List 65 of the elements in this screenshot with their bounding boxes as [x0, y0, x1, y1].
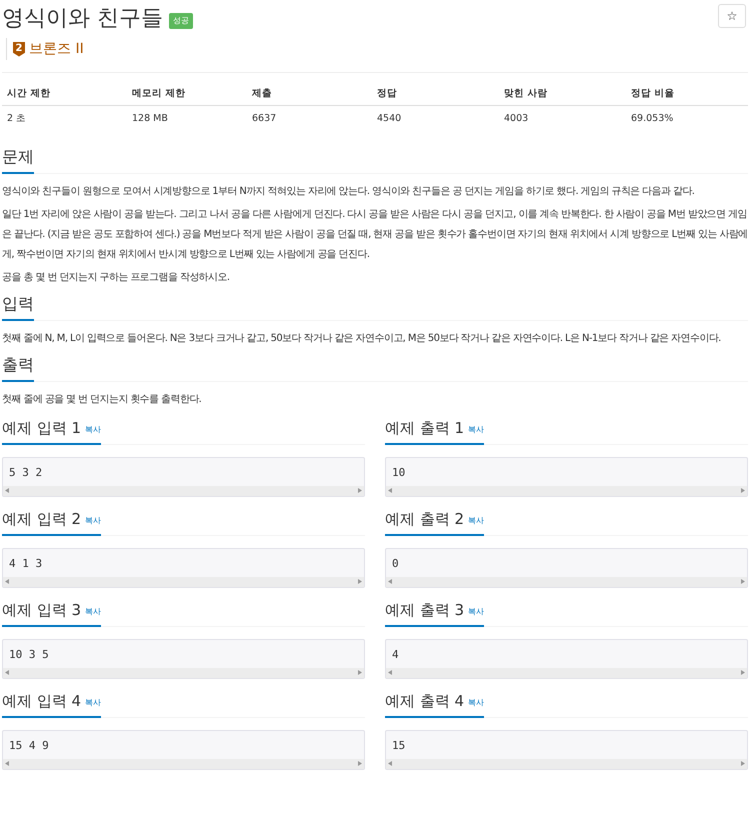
sample-data: 5 3 2: [8, 464, 44, 480]
example-heading: 예제 입력 4: [2, 690, 82, 710]
result-badge: 성공: [169, 13, 193, 29]
section-heading: 입력: [2, 292, 34, 320]
example-heading: 예제 입력 3: [2, 600, 82, 620]
table-header-cell: 맞힌 사람: [499, 83, 626, 106]
scroll-right-icon: [358, 488, 362, 493]
scroll-right-icon: [358, 670, 362, 675]
scroll-left-icon: [388, 761, 392, 766]
copy-link[interactable]: 복사: [468, 606, 484, 618]
paragraph: 영식이와 친구들이 원형으로 모여서 시계방향으로 1부터 N까지 적혀있는 자리에 앉는다. 영식이와 친구들은 공 던지는 게임을 하기로 했다. 게임의 규칙은 다음과 같다.: [2, 184, 696, 198]
table-header-cell: 정답: [372, 83, 499, 106]
tier-badge: 2: [13, 42, 25, 56]
copy-link[interactable]: 복사: [468, 696, 484, 708]
copy-link[interactable]: 복사: [468, 514, 484, 526]
example-heading: 예제 입력 2: [2, 508, 82, 528]
sample-data: 15: [391, 738, 406, 754]
tier-name: 브론즈 II: [29, 40, 84, 58]
table-cell-text: 4540: [376, 112, 402, 126]
copy-link[interactable]: 복사: [468, 424, 484, 436]
example-heading: 예제 출력 1: [385, 418, 464, 438]
scroll-left-icon: [388, 670, 392, 675]
scroll-right-icon: [741, 488, 745, 493]
paragraph: 일단 1번 자리에 앉은 사람이 공을 받는다. 그리고 나서 공을 다른 사람에게 던진다. 다시 공을 받은 사람은 다시 공을 던지고, 이를 계속 반복한다. 한 사람이 공을 M번 받았으면 게임은 끝난다. (지금 받은 공도 포함하여 센다.) 공을 M번보다 적게 받은 사람이 공을 던질 때, 현재 공을 받은 횟수가 홀수번이면 자기의 현재 위치에서 시계 방향으로 L번째 있는 사람에게, 짝수번이면 자기의 현재 위치에서 반시계 방향으로 L번째 있는 사람에게 공을 던진다.: [2, 208, 748, 262]
star-button[interactable]: ☆: [718, 4, 746, 28]
copy-link[interactable]: 복사: [85, 696, 102, 708]
sample-data: 0: [391, 556, 400, 572]
table-cell-text: 2 초: [6, 112, 28, 126]
sample-data: 10 3 5: [8, 646, 50, 662]
table-header-cell: 제출: [247, 83, 372, 106]
scroll-right-icon: [741, 761, 745, 766]
table-cell-text: 4003: [503, 112, 530, 126]
problem-title: 영식이와 친구들: [2, 5, 163, 33]
example-heading: 예제 입력 1: [2, 418, 82, 438]
table-header-cell: 메모리 제한: [127, 83, 247, 106]
table-cell-text: 128 MB: [131, 112, 169, 126]
example-heading: 예제 출력 2: [385, 508, 464, 528]
paragraph: 첫째 줄에 N, M, L이 입력으로 들어온다. N은 3보다 크거나 같고, 50보다 작거나 같은 자연수이고, M은 50보다 작거나 같은 자연수이다. L은 N-1보다 작거나 같은 자연수이다.: [2, 332, 722, 346]
scroll-right-icon: [741, 670, 745, 675]
scroll-left-icon: [388, 488, 392, 493]
sample-data: 4 1 3: [8, 556, 44, 572]
paragraph: 첫째 줄에 공을 몇 번 던지는지 횟수를 출력한다.: [2, 392, 202, 406]
section-heading: 문제: [2, 146, 34, 174]
scroll-left-icon: [388, 579, 392, 584]
scroll-right-icon: [358, 579, 362, 584]
sample-data: 15 4 9: [8, 738, 50, 754]
sample-data: 4: [391, 646, 400, 662]
paragraph: 공을 총 몇 번 던지는지 구하는 프로그램을 작성하시오.: [2, 270, 230, 284]
section-heading: 출력: [2, 354, 34, 382]
table-header-cell: 시간 제한: [2, 83, 127, 106]
copy-link[interactable]: 복사: [85, 606, 102, 618]
copy-link[interactable]: 복사: [85, 424, 102, 436]
example-heading: 예제 출력 3: [385, 600, 464, 620]
scroll-right-icon: [741, 579, 745, 584]
table-cell-text: 6637: [251, 112, 278, 126]
table-header-cell: 정답 비율: [626, 83, 748, 106]
scroll-left-icon: [5, 579, 9, 584]
scroll-left-icon: [5, 488, 9, 493]
scroll-left-icon: [5, 670, 9, 675]
scroll-left-icon: [5, 761, 9, 766]
example-heading: 예제 출력 4: [385, 690, 464, 710]
sample-data: 10: [391, 464, 406, 480]
copy-link[interactable]: 복사: [85, 514, 102, 526]
table-cell-text: 69.053%: [630, 112, 674, 126]
scroll-right-icon: [358, 761, 362, 766]
